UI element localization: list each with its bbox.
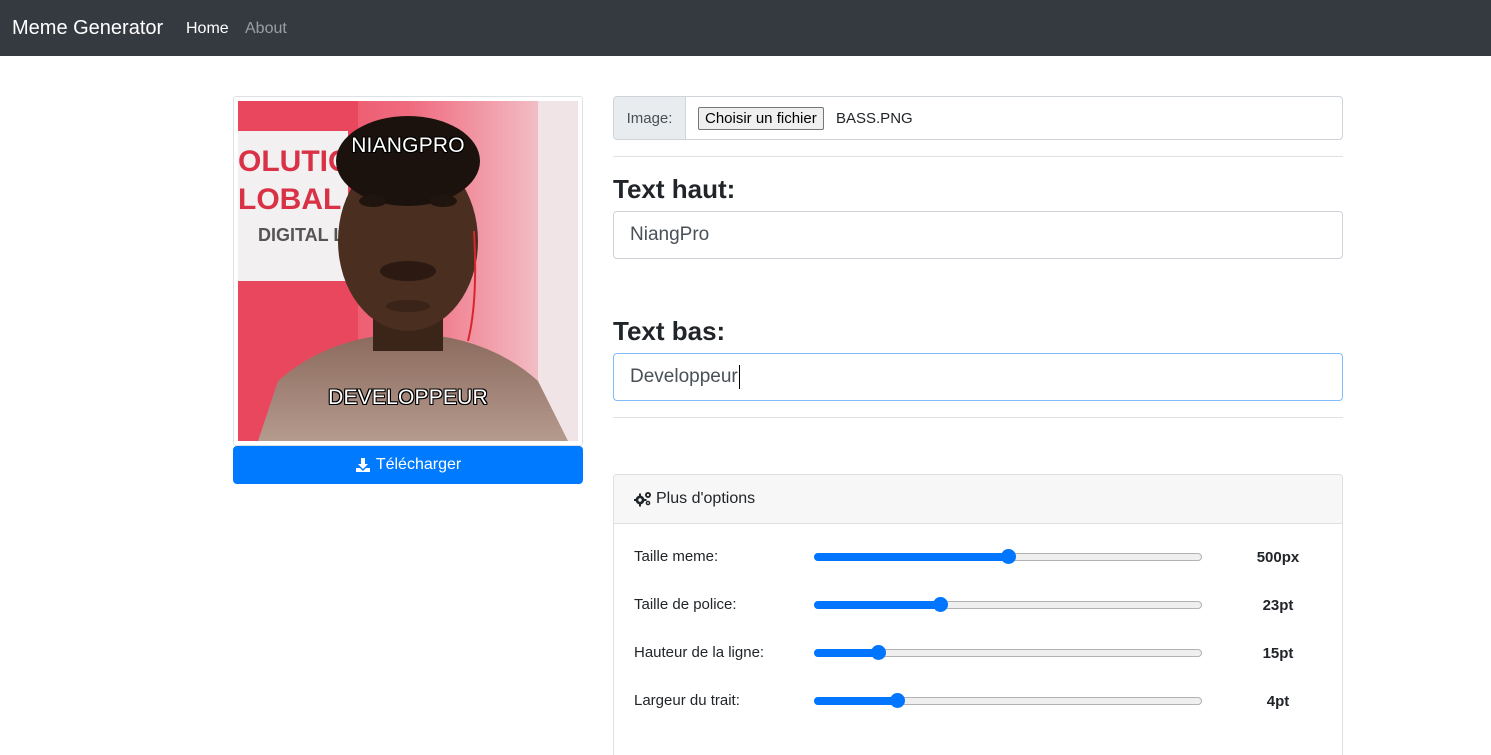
meme-top-text: NIANGPRO: [351, 134, 465, 157]
meme-preview-frame: OLUTIO LOBAL DIGITAL L NIANGPRO DEVELOPP…: [233, 96, 583, 446]
choose-file-button[interactable]: Choisir un fichier: [698, 107, 824, 130]
divider: [613, 417, 1343, 418]
slider-fill: [814, 553, 1008, 561]
slider-fill: [814, 601, 940, 609]
option-value: 23pt: [1262, 597, 1294, 614]
text-caret: [738, 365, 740, 389]
slider-thumb[interactable]: [1001, 549, 1016, 564]
image-label: Image:: [614, 97, 686, 139]
slider-thumb[interactable]: [890, 693, 905, 708]
selected-file-name: BASS.PNG: [836, 110, 913, 127]
image-file-input-group: Image: Choisir un fichier BASS.PNG: [613, 96, 1343, 140]
stroke-width-slider[interactable]: [814, 693, 1202, 708]
meme-size-slider[interactable]: [814, 549, 1202, 564]
option-label: Hauteur de la ligne:: [634, 644, 765, 661]
nav-link-home[interactable]: Home: [186, 19, 229, 39]
options-card-header[interactable]: Plus d'options: [614, 475, 1342, 524]
meme-bottom-text: DEVELOPPEUR: [328, 386, 488, 409]
options-header-label: Plus d'options: [656, 490, 756, 507]
option-row-font-size: Taille de police: 23pt: [614, 593, 1342, 617]
option-label: Taille de police:: [634, 596, 737, 613]
nav-link-about[interactable]: About: [245, 19, 287, 39]
download-button[interactable]: Télécharger: [233, 446, 583, 484]
navbar: Meme Generator Home About: [0, 0, 1491, 56]
slider-fill: [814, 697, 897, 705]
option-row-stroke-width: Largeur du trait: 4pt: [614, 689, 1342, 713]
bottom-text-value: Developpeur: [630, 366, 738, 387]
divider: [613, 156, 1343, 157]
download-icon: [355, 457, 371, 473]
slider-thumb[interactable]: [933, 597, 948, 612]
option-value: 4pt: [1266, 693, 1290, 710]
top-text-label: Text haut:: [613, 174, 736, 204]
cogs-icon: [633, 491, 652, 507]
svg-text:DIGITAL L: DIGITAL L: [258, 225, 344, 245]
option-value: 15pt: [1262, 645, 1294, 662]
option-row-line-height: Hauteur de la ligne: 15pt: [614, 641, 1342, 665]
option-row-meme-size: Taille meme: 500px: [614, 545, 1342, 569]
meme-image: OLUTIO LOBAL DIGITAL L NIANGPRO DEVELOPP…: [238, 101, 578, 441]
line-height-slider[interactable]: [814, 645, 1202, 660]
svg-text:LOBAL: LOBAL: [238, 183, 341, 216]
options-card: Plus d'options Taille meme: 500px Taille…: [613, 474, 1343, 755]
option-label: Taille meme:: [634, 548, 719, 565]
option-value: 500px: [1256, 549, 1300, 566]
navbar-brand[interactable]: Meme Generator: [12, 16, 163, 40]
top-text-input[interactable]: NiangPro: [613, 211, 1343, 259]
font-size-slider[interactable]: [814, 597, 1202, 612]
bottom-text-label: Text bas:: [613, 316, 726, 346]
download-label: Télécharger: [375, 456, 462, 473]
option-label: Largeur du trait:: [634, 692, 740, 709]
slider-thumb[interactable]: [871, 645, 886, 660]
bottom-text-input[interactable]: Developpeur: [613, 353, 1343, 401]
slider-fill: [814, 649, 878, 657]
top-text-value: NiangPro: [630, 224, 710, 245]
